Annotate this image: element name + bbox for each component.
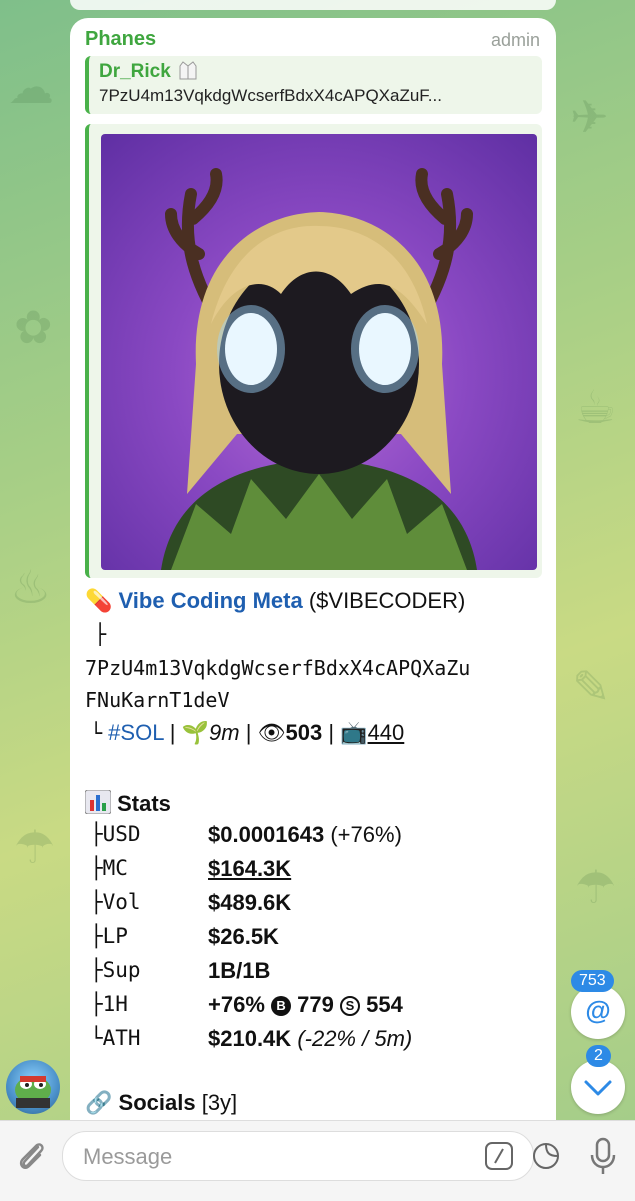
paperclip-icon[interactable] [14,1137,50,1177]
message-input[interactable]: Message [62,1131,559,1181]
pill-icon: 💊 [85,589,113,614]
scroll-down-button[interactable] [571,1060,625,1114]
token-illustration [161,168,477,570]
market-cap-link[interactable]: $164.3K [208,856,291,881]
socials-age: [3y] [201,1090,238,1115]
doodle-icon: ✿ [14,300,53,354]
stat-key: └ATH [90,1026,141,1050]
stat-key: ├MC [90,856,128,880]
doodle-icon: ☂ [575,860,617,914]
eye-icon: 👁 [257,720,286,745]
composer-bar: Message [0,1120,635,1201]
frog-avatar-icon [15,1076,51,1108]
separator: | [169,720,176,745]
reply-author-name: Dr_Rick [99,61,171,82]
token-title-line: 💊 Vibe Coding Meta ($VIBECODER) [85,588,465,614]
stats-title: Stats [117,791,171,816]
previous-message-edge [70,0,556,10]
message-bubble[interactable]: Phanes admin Dr_Rick 7PzU4m13VqkdgWcserf… [70,18,556,1138]
message-placeholder: Message [83,1144,173,1169]
stat-value: +76% B 779 S 554 [208,992,403,1018]
stat-value: $210.4K (-22% / 5m) [208,1026,412,1052]
usd-change: (+76%) [330,822,402,847]
chevron-down-icon [584,1080,612,1096]
sender-avatar[interactable] [6,1060,60,1114]
buy-count: 779 [297,992,334,1017]
sender-role: admin [490,30,540,50]
token-address-line-2[interactable]: FNuKarnT1deV [85,688,230,712]
separator: | [245,720,252,745]
socials-title: Socials [118,1090,196,1115]
stat-value: $26.5K [208,924,279,949]
stat-value: 1B/1B [208,958,271,983]
token-age: 9m [209,720,240,745]
stat-value: $0.0001643 (+76%) [208,822,402,848]
token-address-line-1[interactable]: 7PzU4m13VqkdgWcserfBdxX4cAPQXaZu [85,656,470,680]
ath-change: (-22% / 5m) [297,1026,413,1051]
buy-icon: B [271,996,292,1016]
chain-hashtag[interactable]: #SOL [108,720,163,745]
reply-author: Dr_Rick [99,60,197,83]
stat-key: ├LP [90,924,128,948]
doodle-icon: ☂ [14,820,56,874]
stat-key: ├Sup [90,958,141,982]
sender-name[interactable]: Phanes [85,28,156,51]
stat-key: ├Vol [90,890,141,914]
bar-chart-icon [84,789,112,815]
doodle-icon: ☁ [8,60,54,114]
reply-text: 7PzU4m13VqkdgWcserfBdxX4cAPQXaZuF... [99,86,442,105]
token-ticker: ($VIBECODER) [308,588,466,613]
reply-preview[interactable]: Dr_Rick 7PzU4m13VqkdgWcserfBdxX4cAPQXaZu… [85,56,542,114]
doodle-icon: ☕ [575,380,617,434]
link-icon: 🔗 [85,1090,113,1115]
lab-coat-icon [179,61,197,80]
one-hour-change: +76% [208,992,265,1017]
unread-count-badge: 2 [586,1045,611,1067]
stat-key: ├USD [90,822,141,846]
command-slash-icon[interactable] [484,1141,514,1171]
mentions-button[interactable]: @ [571,985,625,1039]
usd-price: $0.0001643 [208,822,325,847]
stat-value: $489.6K [208,890,292,915]
doodle-icon: ✎ [572,660,611,714]
stats-heading: Stats [84,789,171,817]
seedling-icon: 🌱 [181,720,209,745]
views-count: 503 [285,720,323,745]
stat-value: $164.3K [208,856,291,882]
token-image[interactable] [101,134,537,570]
sticker-icon[interactable] [531,1141,561,1171]
token-name-link[interactable]: Vibe Coding Meta [119,588,303,613]
doodle-icon: ♨ [10,560,52,614]
sell-icon: S [339,996,360,1016]
ath-value: $210.4K [208,1026,292,1051]
mentions-count-badge: 753 [571,970,614,992]
tv-icon: 📺 [340,720,368,745]
token-image-quote [85,124,542,578]
at-icon: @ [585,995,611,1025]
sell-count: 554 [366,992,403,1017]
socials-heading: 🔗 Socials [3y] [85,1090,237,1116]
tree-branch: ├ [94,622,107,646]
doodle-icon: ✈ [570,90,609,144]
token-meta-line: └ #SOL | 🌱9m | 👁503 | 📺440 [90,720,404,746]
microphone-icon[interactable] [588,1137,618,1177]
stat-key: ├1H [90,992,128,1016]
tv-link[interactable]: 440 [368,720,405,745]
tree-end-glyph: └ [90,721,103,745]
separator: | [328,720,335,745]
